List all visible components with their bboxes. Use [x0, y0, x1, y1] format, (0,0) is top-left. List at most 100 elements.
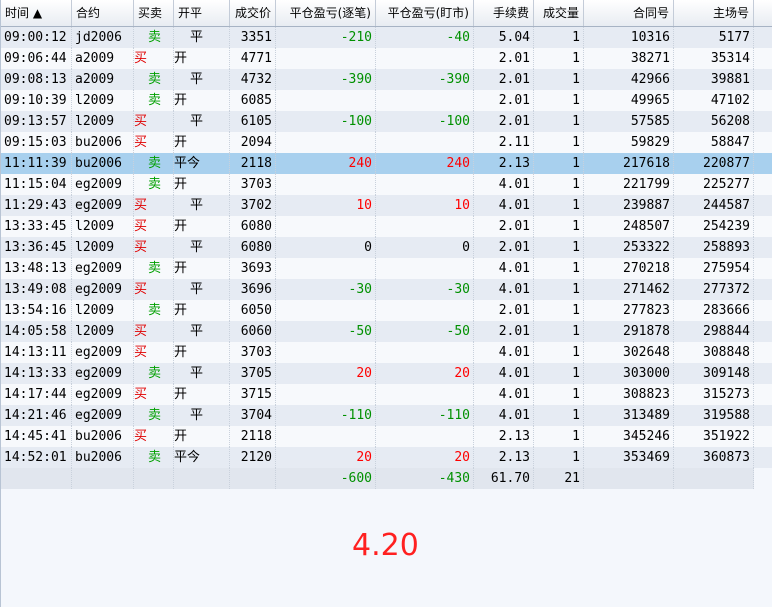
cell-exchange-number: 220877 — [674, 153, 754, 174]
cell-time: 14:17:44 — [1, 384, 72, 405]
cell-buy-sell: 买 — [134, 384, 174, 405]
cell-price: 6080 — [230, 237, 276, 258]
row-filler — [754, 174, 772, 195]
table-row[interactable]: 14:21:46 eg2009 卖平 3704 -110 -110 4.01 1 313489 3… — [1, 405, 772, 426]
cell-fee: 4.01 — [474, 405, 534, 426]
cell-contract: eg2009 — [72, 363, 134, 384]
column-header-pnl-mark-to-market[interactable]: 平仓盈亏(盯市) — [376, 0, 474, 26]
cell-buy-sell: 买 — [134, 342, 174, 363]
cell-fee: 4.01 — [474, 384, 534, 405]
cell-buy-sell: 卖 — [134, 27, 174, 48]
cell-price: 2118 — [230, 153, 276, 174]
table-row[interactable]: 11:11:39 bu2006 卖平今 2118 240 240 2.13 1 217618 22… — [1, 153, 772, 174]
cell-time: 13:49:08 — [1, 279, 72, 300]
table-row[interactable]: 13:48:13 eg2009 卖开 3693 4.01 1 270218 275954 — [1, 258, 772, 279]
cell-order-number: 253322 — [584, 237, 674, 258]
cell-time: 13:54:16 — [1, 300, 72, 321]
row-filler — [754, 195, 772, 216]
table-row[interactable]: 13:54:16 l2009 卖开 6050 2.01 1 277823 283666 — [1, 300, 772, 321]
cell-price: 2120 — [230, 447, 276, 468]
cell-open-close: 开 — [174, 48, 230, 69]
cell-price: 3703 — [230, 342, 276, 363]
cell-fee: 4.01 — [474, 279, 534, 300]
cell-pnl-mark-to-market: 20 — [376, 447, 474, 468]
cell-fee: 2.01 — [474, 321, 534, 342]
cell-pnl-per-trade: -110 — [276, 405, 376, 426]
column-header-exchange-number[interactable]: 主场号 — [674, 0, 754, 26]
cell-fee: 4.01 — [474, 174, 534, 195]
cell-price: 2094 — [230, 132, 276, 153]
cell-time: 14:45:41 — [1, 426, 72, 447]
cell-exchange-number: 275954 — [674, 258, 754, 279]
table-row[interactable]: 14:13:33 eg2009 卖平 3705 20 20 4.01 1 303000 30914… — [1, 363, 772, 384]
cell-pnl-per-trade — [276, 258, 376, 279]
cell-price: 3702 — [230, 195, 276, 216]
column-header-time[interactable]: 时间 ▲ — [1, 0, 72, 26]
table-row[interactable]: 14:52:01 bu2006 卖平今 2120 20 20 2.13 1 353469 3608… — [1, 447, 772, 468]
cell-open-close: 开 — [174, 216, 230, 237]
cell-contract: eg2009 — [72, 405, 134, 426]
cell-pnl-per-trade — [276, 90, 376, 111]
cell-open-close: 开 — [174, 342, 230, 363]
cell-pnl-per-trade: 0 — [276, 237, 376, 258]
cell-buy-sell: 卖 — [134, 90, 174, 111]
table-row[interactable]: 11:29:43 eg2009 买平 3702 10 10 4.01 1 239887 24458… — [1, 195, 772, 216]
column-header-order-number[interactable]: 合同号 — [584, 0, 674, 26]
row-filler — [754, 132, 772, 153]
cell-fee: 2.01 — [474, 90, 534, 111]
cell-pnl-mark-to-market — [376, 342, 474, 363]
cell-time: 09:13:57 — [1, 111, 72, 132]
table-row[interactable]: 09:13:57 l2009 买平 6105 -100 -100 2.01 1 57585 562… — [1, 111, 772, 132]
cell-pnl-mark-to-market: -110 — [376, 405, 474, 426]
cell-time: 14:13:11 — [1, 342, 72, 363]
cell-buy-sell: 买 — [134, 132, 174, 153]
cell-exchange-number: 315273 — [674, 384, 754, 405]
cell-open-close: 平 — [174, 237, 230, 258]
table-row[interactable]: 13:33:45 l2009 买开 6080 2.01 1 248507 254239 — [1, 216, 772, 237]
cell-pnl-per-trade: -50 — [276, 321, 376, 342]
cell-pnl-mark-to-market: -40 — [376, 27, 474, 48]
table-row[interactable]: 14:13:11 eg2009 买开 3703 4.01 1 302648 308848 — [1, 342, 772, 363]
cell-pnl-per-trade: 20 — [276, 447, 376, 468]
column-header-buy-sell[interactable]: 买卖 — [134, 0, 174, 26]
cell-buy-sell: 买 — [134, 216, 174, 237]
cell-order-number: 248507 — [584, 216, 674, 237]
table-row[interactable]: 13:36:45 l2009 买平 6080 0 0 2.01 1 253322 258893 — [1, 237, 772, 258]
column-header-open-close[interactable]: 开平 — [174, 0, 230, 26]
table-row[interactable]: 14:45:41 bu2006 买开 2118 2.13 1 345246 351922 — [1, 426, 772, 447]
table-row[interactable]: 09:06:44 a2009 买开 4771 2.01 1 38271 35314 — [1, 48, 772, 69]
table-row[interactable]: 09:15:03 bu2006 买开 2094 2.11 1 59829 58847 — [1, 132, 772, 153]
table-row[interactable]: 09:08:13 a2009 卖平 4732 -390 -390 2.01 1 42966 398… — [1, 69, 772, 90]
table-row[interactable]: 09:10:39 l2009 卖开 6085 2.01 1 49965 47102 — [1, 90, 772, 111]
cell-volume: 1 — [534, 237, 584, 258]
cell-order-number: 291878 — [584, 321, 674, 342]
cell-price: 6085 — [230, 90, 276, 111]
cell-fee: 5.04 — [474, 27, 534, 48]
grid-header: 时间 ▲ 合约 买卖 开平 成交价 平仓盈亏(逐笔) 平仓盈亏(盯市) 手续费 … — [1, 0, 772, 27]
column-header-price[interactable]: 成交价 — [230, 0, 276, 26]
cell-volume: 1 — [534, 321, 584, 342]
cell-time: 13:36:45 — [1, 237, 72, 258]
cell-pnl-per-trade — [276, 48, 376, 69]
cell-order-number: 345246 — [584, 426, 674, 447]
table-row[interactable]: 13:49:08 eg2009 买平 3696 -30 -30 4.01 1 271462 277… — [1, 279, 772, 300]
row-filler — [754, 279, 772, 300]
column-header-pnl-per-trade[interactable]: 平仓盈亏(逐笔) — [276, 0, 376, 26]
total-fee: 61.70 — [474, 468, 534, 489]
column-header-volume[interactable]: 成交量 — [534, 0, 584, 26]
column-header-fee[interactable]: 手续费 — [474, 0, 534, 26]
cell-exchange-number: 39881 — [674, 69, 754, 90]
cell-pnl-mark-to-market: 0 — [376, 237, 474, 258]
table-row[interactable]: 09:00:12 jd2006 卖平 3351 -210 -40 5.04 1 10316 517… — [1, 27, 772, 48]
table-row[interactable]: 11:15:04 eg2009 卖开 3703 4.01 1 221799 225277 — [1, 174, 772, 195]
cell-contract: bu2006 — [72, 153, 134, 174]
table-row[interactable]: 14:05:58 l2009 买平 6060 -50 -50 2.01 1 291878 2988… — [1, 321, 772, 342]
cell-buy-sell: 买 — [134, 426, 174, 447]
cell-order-number: 313489 — [584, 405, 674, 426]
cell-time: 09:00:12 — [1, 27, 72, 48]
cell-fee: 2.01 — [474, 69, 534, 90]
column-header-contract[interactable]: 合约 — [72, 0, 134, 26]
cell-pnl-per-trade — [276, 216, 376, 237]
table-row[interactable]: 14:17:44 eg2009 买开 3715 4.01 1 308823 315273 — [1, 384, 772, 405]
cell-pnl-per-trade — [276, 132, 376, 153]
